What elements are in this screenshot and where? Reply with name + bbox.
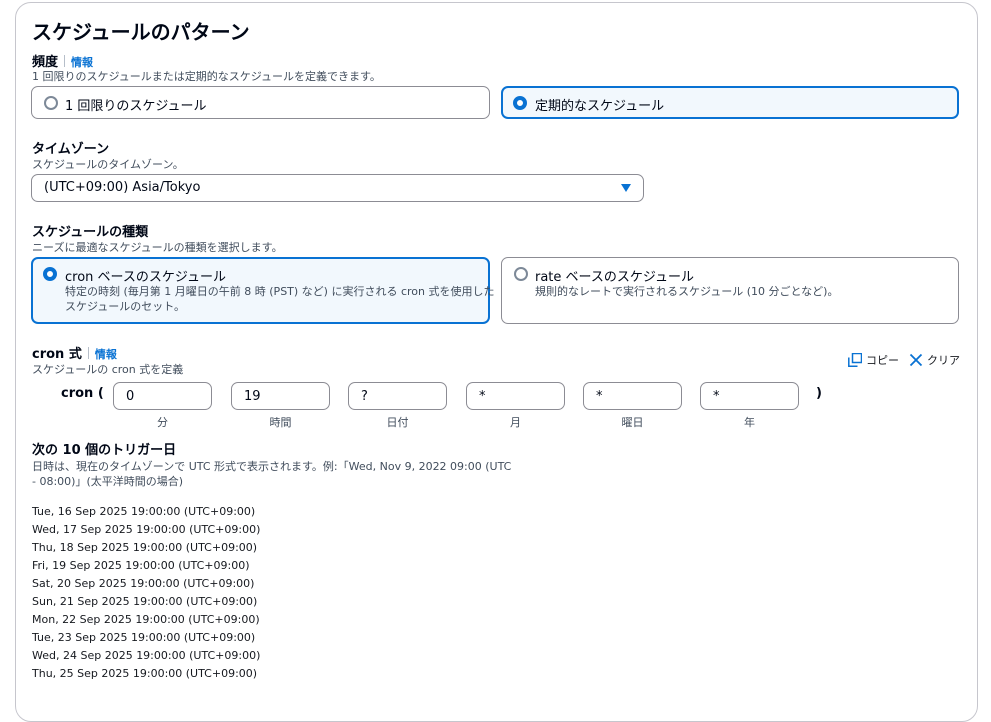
timezone-description: スケジュールのタイムゾーン。 (32, 158, 184, 171)
clear-button[interactable]: クリア (909, 352, 960, 368)
frequency-option-recurring[interactable]: 定期的なスケジュール (501, 86, 959, 119)
schedule-type-description: ニーズに最適なスケジュールの種類を選択します。 (32, 241, 283, 254)
clear-label: クリア (927, 354, 960, 367)
trigger-date: Sat, 20 Sep 2025 19:00:00 (UTC+09:00) (32, 577, 255, 590)
trigger-date: Fri, 19 Sep 2025 19:00:00 (UTC+09:00) (32, 559, 250, 572)
trigger-date: Thu, 25 Sep 2025 19:00:00 (UTC+09:00) (32, 667, 258, 680)
cron-day-of-week-caption: 曜日 (621, 416, 644, 429)
cron-day-of-month-input[interactable] (348, 382, 447, 410)
cron-year-input[interactable] (700, 382, 799, 410)
frequency-option-label: 定期的なスケジュール (535, 99, 665, 114)
timezone-value: (UTC+09:00) Asia/Tokyo (44, 180, 201, 195)
copy-button[interactable]: コピー (848, 352, 899, 368)
info-separator (87, 347, 89, 359)
cron-suffix: ) (816, 386, 822, 401)
cron-header: cron 式情報 (32, 343, 117, 362)
cron-hours-input[interactable] (231, 382, 330, 410)
schedule-type-option-description: 特定の時刻 (毎月第 1 月曜日の午前 8 時 (PST) など) に実行される… (65, 285, 495, 313)
schedule-type-option-cron[interactable]: cron ベースのスケジュール 特定の時刻 (毎月第 1 月曜日の午前 8 時 … (31, 257, 495, 324)
cron-prefix: cron ( (61, 386, 104, 401)
cron-day-of-week-input[interactable] (583, 382, 682, 410)
schedule-type-label: スケジュールの種類 (32, 225, 149, 240)
copy-label: コピー (866, 354, 899, 367)
frequency-option-one-time[interactable]: 1 回限りのスケジュール (31, 86, 490, 119)
trigger-date: Wed, 24 Sep 2025 19:00:00 (UTC+09:00) (32, 649, 261, 662)
cron-month-input[interactable] (466, 382, 565, 410)
frequency-option-label: 1 回限りのスケジュール (65, 99, 207, 114)
trigger-date: Wed, 17 Sep 2025 19:00:00 (UTC+09:00) (32, 523, 261, 536)
cron-description: スケジュールの cron 式を定義 (32, 363, 184, 376)
caret-down-icon (621, 184, 631, 192)
trigger-date: Tue, 23 Sep 2025 19:00:00 (UTC+09:00) (32, 631, 256, 644)
schedule-type-option-description: 規則的なレートで実行されるスケジュール (10 分ごとなど)。 (535, 285, 839, 298)
page-title: スケジュールのパターン (32, 20, 250, 44)
cron-year-caption: 年 (744, 416, 755, 429)
info-separator (64, 55, 66, 67)
schedule-type-option-label: rate ベースのスケジュール (535, 270, 694, 285)
cron-day-of-month-caption: 日付 (386, 416, 409, 429)
cron-minutes-caption: 分 (157, 416, 168, 429)
cron-month-caption: 月 (510, 416, 521, 429)
triggers-description-line1: 日時は、現在のタイムゾーンで UTC 形式で表示されます。例:「Wed, Nov… (32, 460, 512, 473)
triggers-label: 次の 10 個のトリガー日 (32, 443, 177, 458)
timezone-label: タイムゾーン (32, 142, 110, 157)
frequency-description: 1 回限りのスケジュールまたは定期的なスケジュールを定義できます。 (32, 70, 381, 83)
trigger-date: Tue, 16 Sep 2025 19:00:00 (UTC+09:00) (32, 505, 256, 518)
radio-button[interactable] (44, 96, 58, 110)
trigger-date: Thu, 18 Sep 2025 19:00:00 (UTC+09:00) (32, 541, 258, 554)
radio-button[interactable] (514, 267, 528, 281)
schedule-type-option-label: cron ベースのスケジュール (65, 270, 226, 285)
copy-icon (848, 353, 862, 367)
cron-info-link[interactable]: 情報 (95, 348, 117, 361)
schedule-type-option-rate[interactable]: rate ベースのスケジュール 規則的なレートで実行されるスケジュール (10 … (501, 257, 959, 324)
cron-label: cron 式 (32, 347, 82, 362)
trigger-date: Sun, 21 Sep 2025 19:00:00 (UTC+09:00) (32, 595, 258, 608)
close-icon (909, 353, 923, 367)
triggers-description-line2: - 08:00)」(太平洋時間の場合) (32, 475, 184, 488)
timezone-select[interactable]: (UTC+09:00) Asia/Tokyo (31, 174, 644, 202)
cron-hours-caption: 時間 (269, 416, 292, 429)
cron-minutes-input[interactable] (113, 382, 212, 410)
radio-button-selected[interactable] (513, 96, 527, 110)
radio-button-selected[interactable] (43, 267, 57, 281)
trigger-date: Mon, 22 Sep 2025 19:00:00 (UTC+09:00) (32, 613, 260, 626)
